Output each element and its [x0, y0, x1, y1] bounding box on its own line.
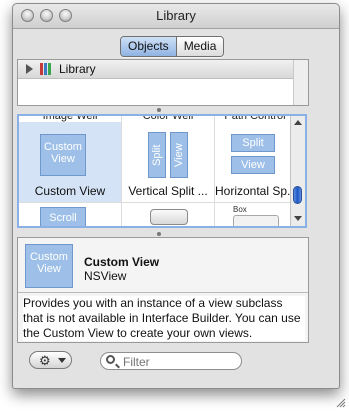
grid-item-custom-view[interactable]: Custom View Custom View: [19, 122, 121, 202]
tab-media[interactable]: Media: [176, 37, 224, 56]
grid-item-vertical-split[interactable]: Split View Vertical Split ...: [122, 122, 214, 202]
title-bar[interactable]: Library: [13, 4, 339, 29]
disclosure-triangle-icon[interactable]: [26, 64, 33, 74]
info-preview-tile: Custom View: [25, 244, 73, 288]
split-handle-bottom[interactable]: [157, 232, 161, 236]
tab-switcher: Objects Media: [120, 36, 225, 57]
grid-item-label: Horizontal Sp...: [215, 184, 298, 198]
resize-grip-icon[interactable]: [336, 398, 346, 408]
info-panel: Custom View Custom View NSView Provides …: [17, 237, 309, 343]
split-tile-left: Split: [148, 132, 166, 178]
tab-objects[interactable]: Objects: [121, 37, 177, 56]
grid-item-label: Custom View: [34, 184, 106, 198]
grid-item-scroll-view[interactable]: Scroll: [19, 202, 121, 226]
window-title: Library: [156, 8, 196, 23]
grid-column-3: Path Control Split View Horizontal Sp...…: [215, 114, 298, 226]
grid-item-horizontal-split[interactable]: Split View Horizontal Sp...: [215, 122, 298, 202]
filter-input[interactable]: [121, 354, 240, 370]
grid-scrollbar[interactable]: [290, 116, 305, 226]
split-tile-top: Split: [231, 134, 275, 152]
action-menu-button[interactable]: ⚙: [29, 351, 72, 369]
grid-header: Image Well: [42, 114, 98, 122]
split-handle-top[interactable]: [157, 108, 161, 112]
grid-header: Color Well: [142, 114, 194, 122]
grid-item-label: Vertical Split ...: [128, 184, 208, 198]
object-grid: Image Well Custom View Custom View Scrol…: [17, 114, 307, 228]
split-tile-bottom: View: [231, 156, 275, 174]
grid-column-2: Color Well Split View Vertical Split ...: [122, 114, 215, 226]
scroll-view-tile: Scroll: [40, 207, 86, 226]
scroll-down-arrow-icon[interactable]: [294, 216, 302, 221]
info-name: Custom View: [84, 255, 160, 269]
grid-item-box[interactable]: Box: [215, 202, 295, 226]
segmented-control-icon: [150, 209, 188, 225]
info-class: NSView: [84, 269, 127, 283]
search-icon: [106, 355, 115, 364]
grid-header: Path Control: [224, 114, 286, 122]
grid-item-stepper[interactable]: [122, 202, 214, 226]
grid-column-1: Image Well Custom View Custom View Scrol…: [19, 114, 122, 226]
split-tile-right: View: [170, 132, 188, 178]
filter-field[interactable]: [100, 352, 242, 370]
scroll-up-arrow-icon[interactable]: [294, 120, 302, 125]
tree-scrollbar[interactable]: [293, 60, 308, 105]
custom-view-tile: Custom View: [40, 134, 86, 176]
box-icon: [233, 215, 279, 226]
library-tree: Library: [17, 59, 309, 106]
box-title: Box: [233, 205, 247, 214]
gear-icon: ⚙: [39, 353, 51, 368]
info-divider: [18, 292, 308, 293]
chevron-down-icon: [58, 358, 66, 363]
scroll-thumb[interactable]: [293, 186, 302, 204]
tree-row-library[interactable]: Library: [18, 60, 308, 79]
tree-item-label: Library: [59, 62, 96, 76]
info-description: Provides you with an instance of a view …: [23, 296, 305, 341]
library-books-icon: [40, 63, 54, 75]
